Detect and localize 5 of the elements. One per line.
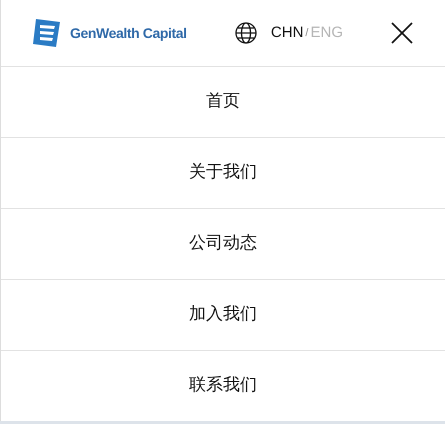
separator: / — [305, 26, 308, 41]
language-link[interactable]: CHN — [270, 22, 304, 44]
logo-text: GenWealth Capital — [70, 24, 187, 43]
globe-icon[interactable] — [234, 22, 257, 44]
close-button[interactable] — [391, 22, 413, 44]
